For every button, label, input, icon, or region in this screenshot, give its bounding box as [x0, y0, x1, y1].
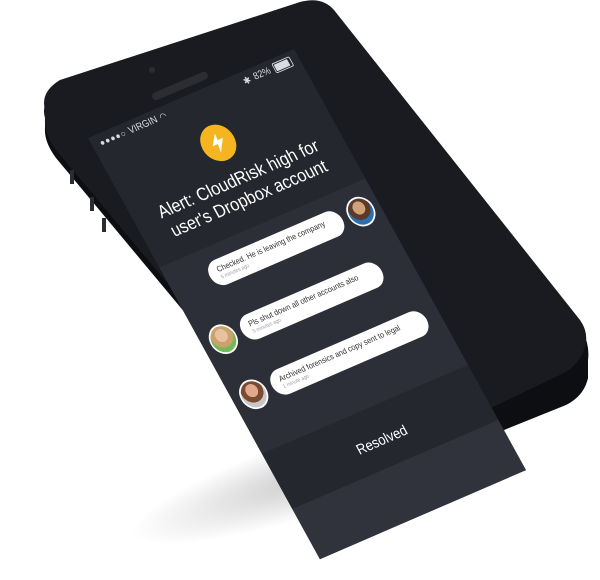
message-text: Archived forensics and copy sent to lega… — [276, 323, 402, 384]
lightning-bolt-icon — [193, 119, 244, 167]
bluetooth-icon: ✱ — [241, 74, 254, 88]
message-text: Pls shut down all other accounts also — [246, 273, 361, 329]
avatar — [203, 320, 244, 359]
message-time: 5 minutes ago — [220, 263, 251, 281]
avatar — [233, 375, 274, 414]
wifi-icon: ◠ — [157, 110, 169, 123]
avatar — [340, 192, 381, 231]
battery-percent: 82% — [251, 65, 273, 83]
signal-strength-icon: ●●●●○ — [97, 128, 129, 149]
message-time: 1 minute ago — [282, 373, 311, 390]
message-time: 5 minutes ago — [251, 317, 283, 335]
message-text: Checked. He is leaving the company — [214, 219, 327, 274]
battery-icon — [271, 56, 295, 74]
phone-device: ●●●●○ VIRGIN ◠ ✱ 82% Alert: CloudRisk hi… — [0, 0, 600, 580]
